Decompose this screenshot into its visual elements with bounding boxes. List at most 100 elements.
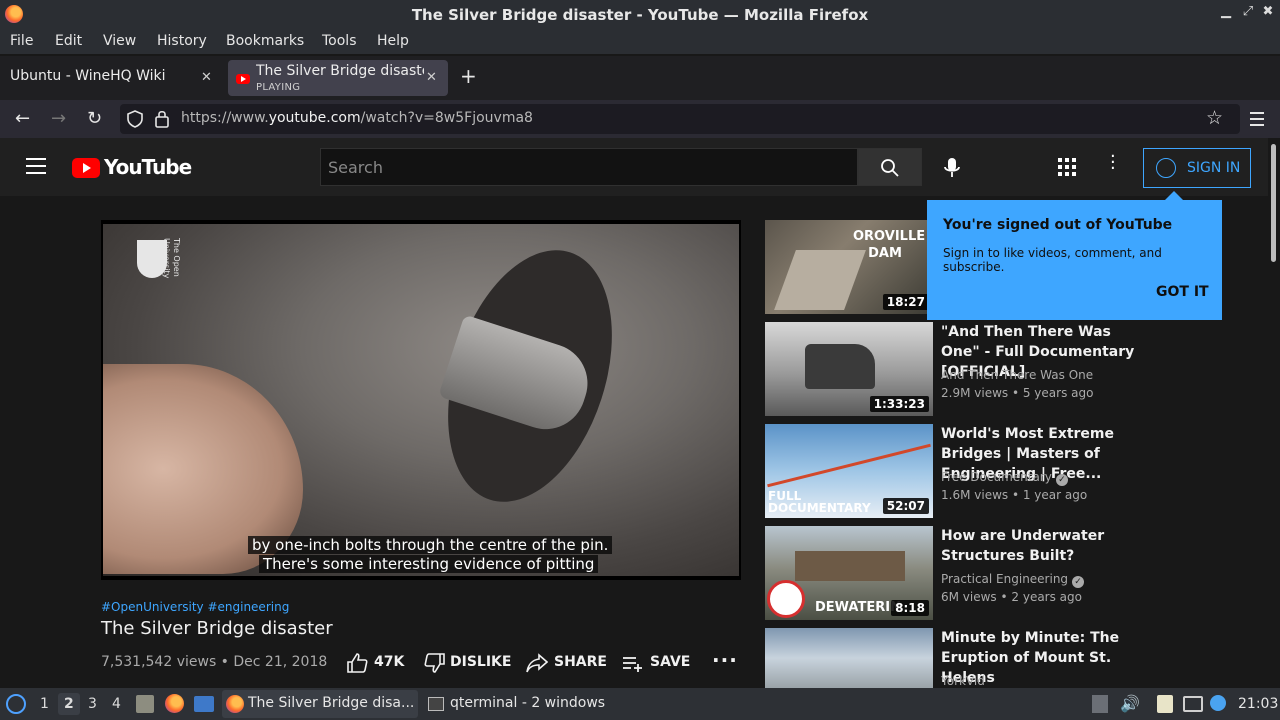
recommendation-title[interactable]: How are Underwater Structures Built? [941,526,1151,566]
lock-icon[interactable] [154,109,170,129]
menu-bookmarks[interactable]: Bookmarks [226,33,304,49]
desktop-4[interactable]: 4 [112,696,121,712]
recommendation-meta: 1.6M views • 1 year ago [941,488,1088,502]
maximize-icon[interactable]: ⤢ [1239,4,1257,24]
youtube-logo-icon[interactable] [72,158,100,178]
desktop-3[interactable]: 3 [88,696,97,712]
video-player[interactable]: The Open University by one-inch bolts th… [101,220,741,580]
reload-icon[interactable]: ↻ [87,108,102,129]
video-views-date: 7,531,542 views • Dec 21, 2018 [101,654,328,670]
popup-heading: You're signed out of YouTube [943,217,1173,233]
close-tab-icon[interactable]: ✕ [201,70,212,85]
shield-icon[interactable] [126,110,144,128]
desktop-1[interactable]: 1 [40,696,49,712]
tray-arrow-icon[interactable] [1092,695,1108,713]
new-tab-icon[interactable]: + [460,64,477,88]
recommendation-item[interactable]: 1:33:23 "And Then There Was One" - Full … [765,322,1265,416]
file-manager-icon[interactable] [136,695,154,713]
got-it-button[interactable]: GOT IT [1156,284,1209,300]
terminal-icon [428,697,444,711]
desktop-2[interactable]: 2 [58,693,80,715]
recommendation-thumbnail[interactable]: 1:33:23 [765,322,933,416]
thumbnail-text: FULL DOCUMENTARY [768,489,871,515]
playlist-add-icon [623,657,642,672]
url-text: https://www.youtube.com/watch?v=8w5Fjouv… [181,110,533,126]
user-icon [1156,158,1176,178]
start-menu-icon[interactable] [6,694,26,714]
video-duration: 8:18 [891,600,929,616]
caption-line-2: There's some interesting evidence of pit… [259,555,599,573]
recommendation-channel[interactable]: Practical Engineering ✓ [941,572,1085,588]
firefox-launcher-icon[interactable] [165,694,184,713]
clock[interactable]: 21:03 [1238,696,1278,712]
thumbnail-text: OROVILLE DAM [853,229,926,261]
youtube-header: YouTube Search · · · SIGN IN [0,138,1268,196]
page-scrollbar[interactable] [1268,138,1280,688]
close-tab-icon[interactable]: ✕ [426,70,437,85]
recommendation-channel[interactable]: Free Documentary ✓ [941,470,1068,486]
recommendation-thumbnail[interactable]: OROVILLE DAM 18:27 [765,220,933,314]
recommendation-meta: 6M views • 2 years ago [941,590,1082,604]
show-desktop-icon[interactable] [194,696,214,712]
app-menu-icon[interactable] [1250,112,1264,126]
task-firefox[interactable]: The Silver Bridge disa... [222,690,418,718]
tab-label: Ubuntu - WineHQ Wiki [10,68,166,84]
recommendation-thumbnail[interactable] [765,628,933,688]
recommendation-thumbnail[interactable]: DEWATERIN 8:18 [765,526,933,620]
video-duration: 18:27 [882,294,929,310]
youtube-logo-text[interactable]: YouTube [104,155,192,179]
menu-help[interactable]: Help [377,33,409,49]
nav-toolbar: ← → ↻ https://www.youtube.com/watch?v=8w… [0,100,1280,138]
channel-watermark: The Open University [162,238,181,279]
notification-icon[interactable] [1210,695,1226,711]
search-placeholder: Search [328,158,383,177]
menu-view[interactable]: View [103,33,136,49]
search-button[interactable] [858,148,922,186]
network-icon[interactable] [1183,696,1203,712]
video-frame: The Open University [103,224,739,576]
verified-icon: ✓ [1072,576,1085,588]
tab-winehq[interactable]: Ubuntu - WineHQ Wiki ✕ [0,60,222,96]
menu-tools[interactable]: Tools [322,33,357,49]
minimize-icon[interactable]: ▁ [1217,4,1235,24]
dislike-label: DISLIKE [450,654,512,670]
apps-grid-icon[interactable] [1058,158,1076,176]
system-taskbar: 1 2 3 4 The Silver Bridge disa... qtermi… [0,688,1280,720]
recommendation-item[interactable]: Minute by Minute: The Eruption of Mount … [765,628,1265,688]
bookmark-star-icon[interactable]: ☆ [1206,107,1223,129]
more-actions-icon[interactable]: ··· [712,648,738,672]
voice-search-button[interactable] [934,148,970,186]
popup-body: Sign in to like videos, comment, and sub… [943,246,1162,274]
task-label: qterminal - 2 windows [450,695,606,711]
practical-engineering-logo-icon [767,580,805,618]
share-label: SHARE [554,654,607,670]
forward-icon[interactable]: → [51,108,66,129]
task-qterminal[interactable]: qterminal - 2 windows [426,690,606,718]
sign-in-button[interactable]: SIGN IN [1143,148,1251,188]
menu-file[interactable]: File [10,33,33,49]
menu-edit[interactable]: Edit [55,33,82,49]
youtube-favicon-icon [236,74,250,84]
recommendation-channel[interactable]: And Then There Was One [941,368,1093,382]
window-title: The Silver Bridge disaster - YouTube — M… [411,6,869,24]
hamburger-menu-icon[interactable] [26,158,46,174]
video-duration: 1:33:23 [869,396,929,412]
recommendation-thumbnail[interactable]: FULL DOCUMENTARY 52:07 [765,424,933,518]
recommendation-item[interactable]: DEWATERIN 8:18 How are Underwater Struct… [765,526,1265,620]
verified-icon: ✓ [1055,474,1068,486]
firefox-icon [226,695,244,713]
share-icon [526,653,548,673]
url-bar[interactable]: https://www.youtube.com/watch?v=8w5Fjouv… [120,104,1240,134]
volume-icon[interactable]: 🔊 [1120,694,1140,713]
recommendation-channel[interactable]: YorkVid [941,674,985,688]
menu-history[interactable]: History [157,33,207,49]
tab-youtube[interactable]: The Silver Bridge disaste PLAYING ✕ [228,60,448,96]
more-options-icon[interactable]: · · · [1110,148,1116,178]
search-input[interactable]: Search [320,148,858,186]
scrollbar-thumb[interactable] [1271,144,1276,262]
close-window-icon[interactable]: ✖ [1259,4,1277,24]
back-icon[interactable]: ← [15,108,30,129]
video-hashtags[interactable]: #OpenUniversity #engineering [101,600,289,614]
clipboard-icon[interactable] [1157,695,1173,713]
recommendation-item[interactable]: FULL DOCUMENTARY 52:07 World's Most Extr… [765,424,1265,518]
